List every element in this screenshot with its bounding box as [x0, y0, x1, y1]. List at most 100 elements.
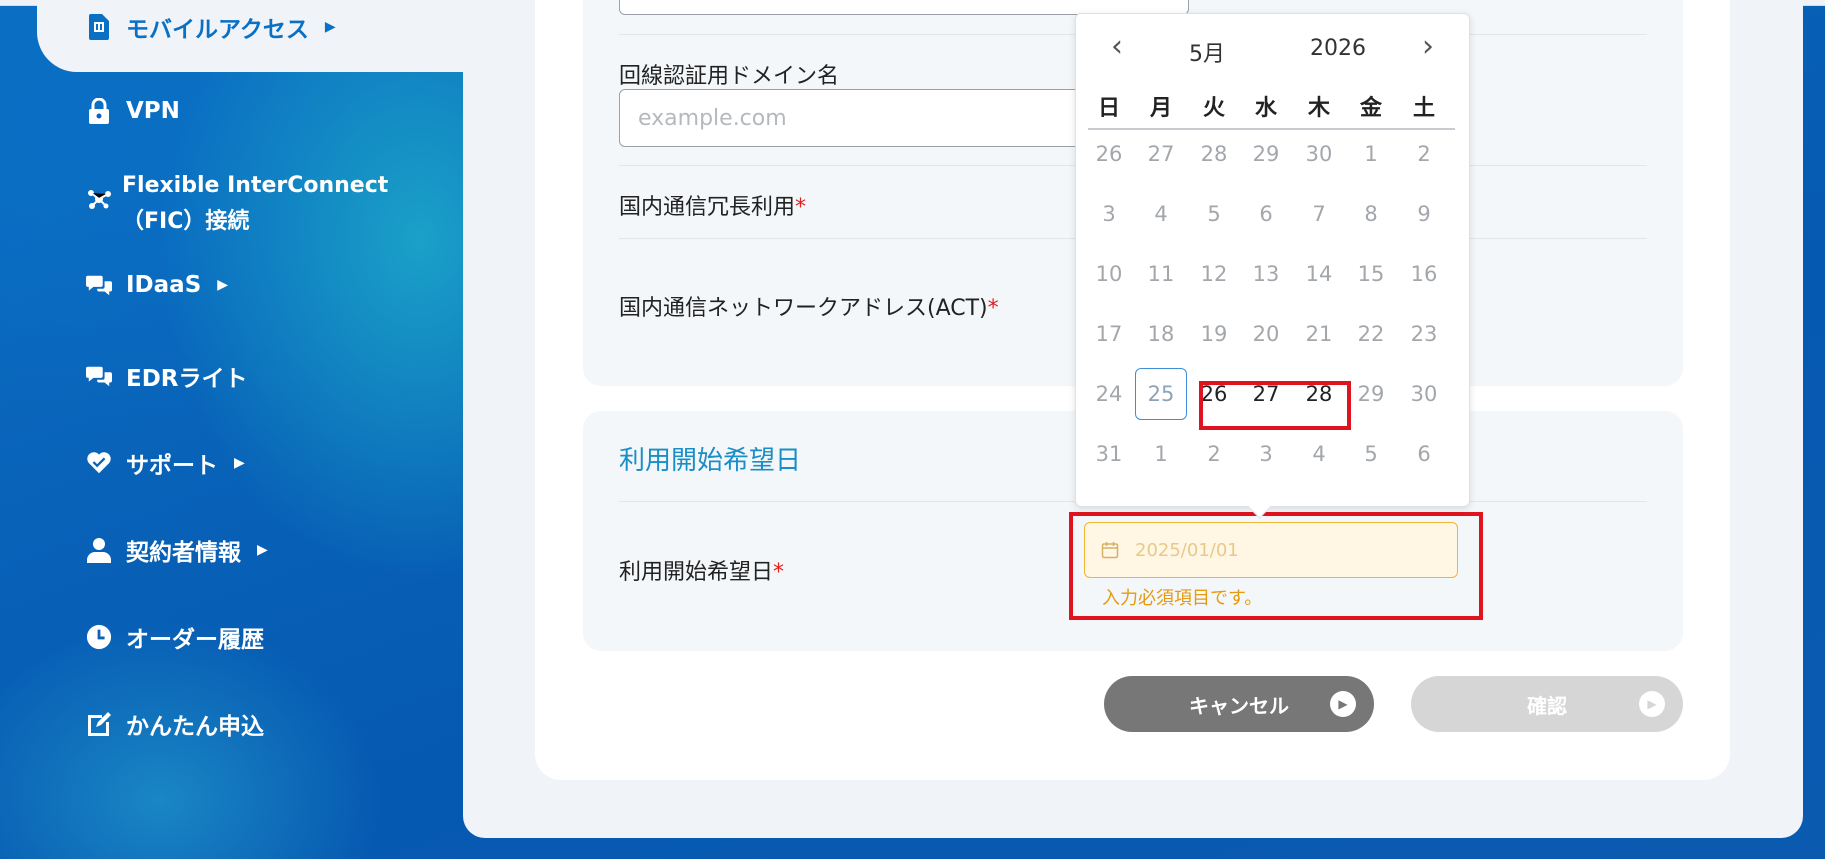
sidebar-item-label: IDaaS	[126, 272, 202, 298]
calendar-day-disabled: 5	[1207, 202, 1221, 226]
chevron-right-icon: ▶	[234, 455, 245, 471]
redundancy-label: 国内通信冗長利用*	[619, 195, 807, 220]
lock-icon	[86, 98, 112, 124]
datepicker-month[interactable]: 5月	[1189, 36, 1225, 68]
cancel-button[interactable]: キャンセル ▶	[1104, 676, 1374, 732]
calendar-day-disabled: 18	[1147, 322, 1175, 346]
sidebar-item-label: モバイルアクセス	[126, 17, 309, 43]
calendar-day-disabled: 5	[1364, 442, 1378, 466]
calendar-day-disabled: 21	[1305, 322, 1333, 346]
prev-month-icon[interactable]: ‹	[1102, 32, 1132, 62]
calendar-day-disabled: 30	[1410, 382, 1438, 406]
domain-input[interactable]: example.com	[619, 89, 1139, 147]
play-circle-icon: ▶	[1330, 691, 1356, 717]
calendar-day-disabled: 20	[1252, 322, 1280, 346]
chevron-right-icon: ▶	[217, 277, 229, 293]
sidebar-item-idaas[interactable]: IDaaS ▶	[86, 272, 228, 298]
calendar-day-disabled: 29	[1252, 142, 1280, 166]
calendar-day-disabled: 6	[1259, 202, 1273, 226]
calendar-day-disabled: 31	[1095, 442, 1123, 466]
sidebar-item-label-2: （FIC）接続	[122, 209, 250, 234]
calendar-day-disabled: 6	[1417, 442, 1431, 466]
chat-icon	[86, 363, 112, 389]
calendar-day-disabled: 1	[1364, 142, 1378, 166]
required-mark: *	[987, 296, 999, 321]
calendar-day-disabled: 8	[1364, 202, 1378, 226]
required-mark: *	[773, 560, 785, 585]
chevron-right-icon: ▶	[257, 542, 268, 558]
calendar-day-disabled: 4	[1154, 202, 1168, 226]
calendar-day-disabled: 12	[1200, 262, 1228, 286]
calendar-day-disabled: 14	[1305, 262, 1333, 286]
user-icon	[86, 537, 112, 563]
sidebar-item-mobile-access[interactable]: モバイルアクセス ▶	[86, 10, 336, 44]
weekday-header: 月	[1149, 96, 1172, 121]
sidebar-item-contractor-info[interactable]: 契約者情報 ▶	[86, 533, 268, 567]
calendar-day-disabled: 16	[1410, 262, 1438, 286]
weekday-header: 水	[1254, 96, 1277, 121]
highlight-box-selectable-dates	[1199, 381, 1351, 430]
calendar-day-disabled: 17	[1095, 322, 1123, 346]
calendar-day-disabled: 15	[1357, 262, 1385, 286]
cancel-button-label: キャンセル	[1189, 693, 1289, 718]
sidebar-item-label: Flexible InterConnect	[122, 173, 389, 198]
confirm-button[interactable]: 確認 ▶	[1411, 676, 1683, 732]
highlight-box-date-input	[1069, 512, 1483, 620]
calendar-day-disabled: 2	[1207, 442, 1221, 466]
weekday-header: 土	[1412, 96, 1435, 121]
calendar-day-disabled: 22	[1357, 322, 1385, 346]
datepicker-popup: ‹ 5月 2026 › 日月火水木金土 26 27 28 29 30 1 2 3 4 5 6 7 8 9 1…	[1075, 13, 1470, 519]
sidebar-item-fic[interactable]: Flexible InterConnect （FIC）接続	[86, 168, 388, 240]
calendar-day-disabled: 13	[1252, 262, 1280, 286]
network-icon	[86, 186, 112, 212]
calendar-day-disabled: 1	[1154, 442, 1168, 466]
sidebar-item-label: EDRライト	[126, 366, 248, 392]
sidebar-item-label: サポート	[126, 453, 218, 479]
calendar-day-disabled: 27	[1147, 142, 1175, 166]
calendar-day-disabled: 2	[1417, 142, 1431, 166]
sidebar-item-order-history[interactable]: オーダー履歴	[86, 620, 264, 654]
calendar-day-disabled: 10	[1095, 262, 1123, 286]
edit-icon	[86, 711, 112, 737]
calendar-day-disabled: 19	[1200, 322, 1228, 346]
calendar-day-disabled: 28	[1200, 142, 1228, 166]
weekday-header: 日	[1097, 96, 1120, 121]
chevron-right-icon: ▶	[324, 19, 336, 35]
calendar-day-disabled: 26	[1095, 142, 1123, 166]
calendar-day-disabled: 9	[1417, 202, 1431, 226]
sim-card-icon	[86, 14, 112, 40]
weekday-header: 木	[1307, 96, 1330, 121]
weekday-header: 金	[1359, 96, 1382, 121]
calendar-day-disabled: 3	[1102, 202, 1116, 226]
sidebar-item-label: かんたん申込	[126, 714, 264, 740]
domain-label: 回線認証用ドメイン名	[619, 64, 840, 89]
sidebar-item-edr-lite[interactable]: EDRライト	[86, 359, 248, 393]
calendar-day-disabled: 3	[1259, 442, 1273, 466]
start-date-label: 利用開始希望日*	[619, 560, 785, 585]
start-date-section-title: 利用開始希望日	[619, 446, 802, 476]
sidebar-item-support[interactable]: サポート ▶	[86, 446, 245, 480]
sidebar-item-easy-application[interactable]: かんたん申込	[86, 707, 264, 741]
chat-icon	[86, 272, 112, 298]
sidebar-item-label: オーダー履歴	[126, 627, 264, 653]
calendar-day-disabled: 7	[1312, 202, 1326, 226]
support-heart-icon	[86, 450, 112, 476]
calendar-day-disabled: 29	[1357, 382, 1385, 406]
calendar-day-disabled: 24	[1095, 382, 1123, 406]
sidebar-item-vpn[interactable]: VPN	[86, 98, 180, 124]
calendar-day-disabled: 30	[1305, 142, 1333, 166]
calendar-day-disabled: 11	[1147, 262, 1175, 286]
play-circle-icon: ▶	[1639, 691, 1665, 717]
sidebar-item-label: 契約者情報	[126, 540, 241, 566]
next-month-icon[interactable]: ›	[1413, 32, 1443, 62]
required-mark: *	[795, 195, 807, 220]
sidebar-item-label: VPN	[126, 98, 180, 124]
datepicker-year[interactable]: 2026	[1310, 36, 1366, 61]
calendar-day-disabled: 4	[1312, 442, 1326, 466]
calendar-day-today: 25	[1135, 368, 1187, 420]
clock-icon	[86, 624, 112, 650]
network-address-label: 国内通信ネットワークアドレス(ACT)*	[619, 296, 999, 321]
weekday-header: 火	[1202, 96, 1225, 121]
confirm-button-label: 確認	[1527, 693, 1567, 718]
calendar-day-disabled: 23	[1410, 322, 1438, 346]
